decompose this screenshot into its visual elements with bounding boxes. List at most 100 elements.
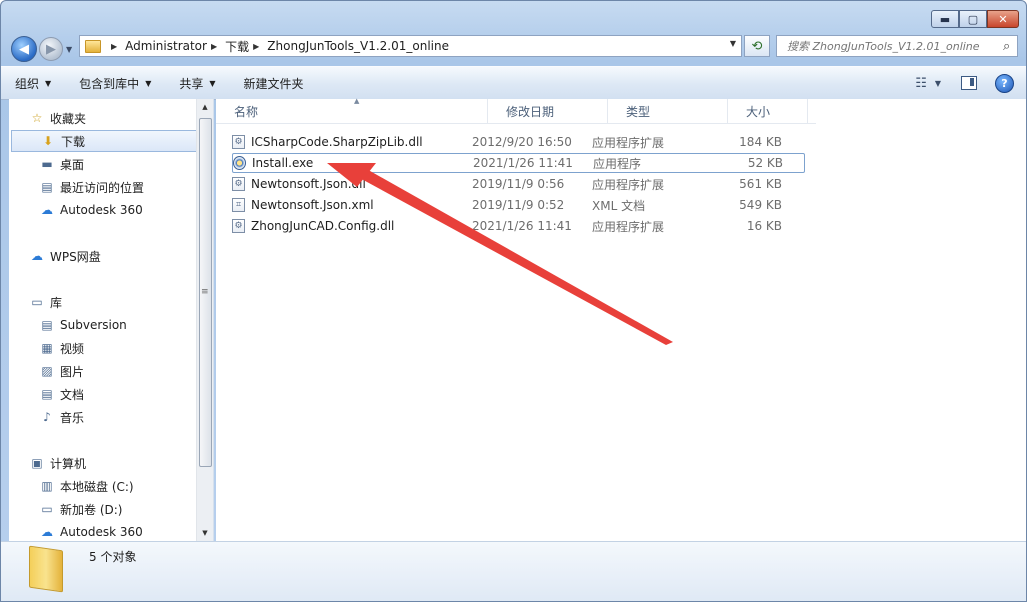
column-header-name[interactable]: 名称 ▲: [216, 97, 488, 123]
chevron-right-icon[interactable]: ▶: [111, 42, 117, 51]
include-in-library-label: 包含到库中: [79, 76, 140, 91]
file-size: 549 KB: [739, 198, 782, 212]
sidebar-item[interactable]: ☆ 收藏夹: [9, 107, 86, 129]
breadcrumb-item[interactable]: Administrator: [125, 39, 207, 53]
file-date: 2021/1/26 11:41: [473, 156, 573, 170]
sidebar-item[interactable]: ▦ 视频: [9, 337, 84, 359]
search-box[interactable]: ⌕: [776, 35, 1018, 57]
refresh-button[interactable]: ⟲: [744, 35, 770, 57]
sidebar-item[interactable]: ☁ WPS网盘: [9, 245, 101, 267]
chevron-down-icon: ▼: [45, 78, 52, 88]
file-row[interactable]: ⚙ ICSharpCode.SharpZipLib.dll 2012/9/20 16…: [232, 132, 805, 152]
sidebar-item[interactable]: ▤ Subversion: [9, 314, 127, 336]
sidebar-item-icon: ⬇: [42, 134, 54, 148]
file-row[interactable]: ⚙ ZhongJunCAD.Config.dll 2021/1/26 11:41 应用…: [232, 216, 805, 236]
sidebar-item[interactable]: ▨ 图片: [9, 360, 84, 382]
chevron-right-icon[interactable]: ▶: [253, 42, 259, 51]
file-name: Newtonsoft.Json.dll: [251, 177, 366, 191]
breadcrumb-item[interactable]: 下载: [225, 38, 249, 55]
minimize-button[interactable]: ▬: [931, 10, 959, 28]
sidebar-item-icon: ▭: [31, 295, 43, 309]
breadcrumb: ▶ Administrator ▶ 下载 ▶ ZhongJunTools_V1.…: [107, 38, 449, 55]
sidebar-item[interactable]: ▭ 新加卷 (D:): [9, 498, 122, 520]
chevron-down-icon[interactable]: ▼: [935, 79, 941, 88]
sidebar-item-label: 本地磁盘 (C:): [60, 479, 134, 494]
sidebar-item-icon: ▤: [41, 318, 53, 332]
sidebar-item-icon: ▦: [41, 341, 53, 355]
sidebar-item[interactable]: ♪ 音乐: [9, 406, 84, 428]
search-input[interactable]: [785, 38, 999, 54]
column-header-type[interactable]: 类型: [608, 99, 728, 123]
sort-up-icon: ▲: [354, 97, 360, 105]
sidebar-item-label: Autodesk 360: [60, 525, 143, 539]
search-icon[interactable]: ⌕: [1003, 39, 1010, 54]
breadcrumb-item[interactable]: ZhongJunTools_V1.2.01_online: [267, 39, 449, 53]
file-date: 2021/1/26 11:41: [472, 219, 572, 233]
scroll-up-arrow[interactable]: ▲: [197, 99, 213, 115]
sidebar-item-icon: ☁: [41, 203, 53, 217]
item-count: 5 个对象: [89, 550, 137, 564]
sidebar-item-icon: ▬: [41, 157, 53, 171]
file-name: ICSharpCode.SharpZipLib.dll: [251, 135, 423, 149]
share-label: 共享: [179, 76, 204, 91]
file-type: 应用程序扩展: [592, 135, 665, 150]
file-date: 2012/9/20 16:50: [472, 135, 572, 149]
scroll-down-arrow[interactable]: ▼: [197, 525, 213, 541]
refresh-icon: ⟲: [751, 38, 763, 54]
file-type: 应用程序扩展: [592, 219, 665, 234]
column-header-date[interactable]: 修改日期: [488, 99, 608, 123]
column-type-label: 类型: [626, 104, 651, 119]
dll-file-icon: ⚙: [232, 219, 245, 233]
file-size: 561 KB: [739, 177, 782, 191]
file-row[interactable]: Install.exe 2021/1/26 11:41 应用程序 52 KB: [232, 153, 805, 173]
forward-button[interactable]: ▶: [39, 37, 63, 61]
nav-scrollbar[interactable]: ▲ ≡ ▼: [196, 99, 213, 541]
command-bar: 组织 ▼ 包含到库中 ▼ 共享 ▼ 新建文件夹 ☷ ▼ ?: [1, 66, 1026, 100]
sidebar-item[interactable]: ☁ Autodesk 360: [9, 521, 143, 543]
file-type: XML 文档: [592, 198, 646, 213]
organize-menu[interactable]: 组织 ▼: [15, 75, 65, 92]
sidebar-item[interactable]: ▤ 最近访问的位置: [9, 176, 144, 198]
column-date-label: 修改日期: [506, 104, 555, 119]
file-list: 名称 ▲ 修改日期 类型 大小 ⚙ ICSharpCode.SharpZipLib…: [216, 97, 1026, 541]
maximize-button[interactable]: ▢: [959, 10, 987, 28]
sidebar-item-label: WPS网盘: [50, 249, 101, 264]
window-controls: ▬ ▢ ✕: [931, 10, 1019, 28]
chevron-down-icon: ▼: [145, 78, 152, 88]
xml-file-icon: ⌗: [232, 198, 245, 212]
recent-pages-dropdown[interactable]: ▼: [66, 45, 72, 54]
file-name-cell: ⚙ Newtonsoft.Json.dll: [232, 177, 472, 191]
sidebar-item[interactable]: ▭ 库: [9, 291, 62, 313]
sidebar-item-label: 库: [50, 295, 63, 310]
preview-pane-icon[interactable]: [961, 76, 977, 90]
address-dropdown-icon[interactable]: ▼: [730, 39, 736, 48]
file-name-cell: ⌗ Newtonsoft.Json.xml: [232, 198, 472, 212]
sidebar-item-icon: ☆: [31, 111, 43, 125]
sidebar-item[interactable]: ☁ Autodesk 360: [9, 199, 143, 221]
column-header-size[interactable]: 大小: [728, 99, 808, 123]
sidebar-item[interactable]: ▤ 文档: [9, 383, 84, 405]
sidebar-item-label: Subversion: [60, 318, 127, 332]
view-options-icon[interactable]: ☷: [915, 76, 927, 91]
sidebar-item[interactable]: ⬇ 下载: [11, 130, 197, 152]
include-in-library-menu[interactable]: 包含到库中 ▼: [79, 75, 165, 92]
sidebar-item[interactable]: ▣ 计算机: [9, 452, 86, 474]
file-size: 16 KB: [746, 219, 782, 233]
help-icon[interactable]: ?: [995, 73, 1014, 93]
sidebar-item-label: 视频: [60, 341, 85, 356]
chevron-right-icon[interactable]: ▶: [211, 42, 217, 51]
column-name-label: 名称: [234, 104, 259, 119]
address-bar[interactable]: ▶ Administrator ▶ 下载 ▶ ZhongJunTools_V1.…: [79, 35, 742, 57]
sidebar-item[interactable]: ▥ 本地磁盘 (C:): [9, 475, 134, 497]
file-row[interactable]: ⚙ Newtonsoft.Json.dll 2019/11/9 0:56 应用程序扩展…: [232, 174, 805, 194]
sidebar-item-label: 文档: [60, 387, 85, 402]
sidebar-item-label: 音乐: [60, 410, 85, 425]
sidebar-item-icon: ☁: [41, 525, 53, 539]
file-row[interactable]: ⌗ Newtonsoft.Json.xml 2019/11/9 0:52 XML 文档…: [232, 195, 805, 215]
file-date: 2019/11/9 0:52: [472, 198, 565, 212]
close-button[interactable]: ✕: [987, 10, 1019, 28]
share-menu[interactable]: 共享 ▼: [179, 75, 229, 92]
sidebar-item[interactable]: ▬ 桌面: [9, 153, 84, 175]
new-folder-button[interactable]: 新建文件夹: [244, 75, 318, 92]
back-button[interactable]: ◀: [11, 36, 37, 62]
